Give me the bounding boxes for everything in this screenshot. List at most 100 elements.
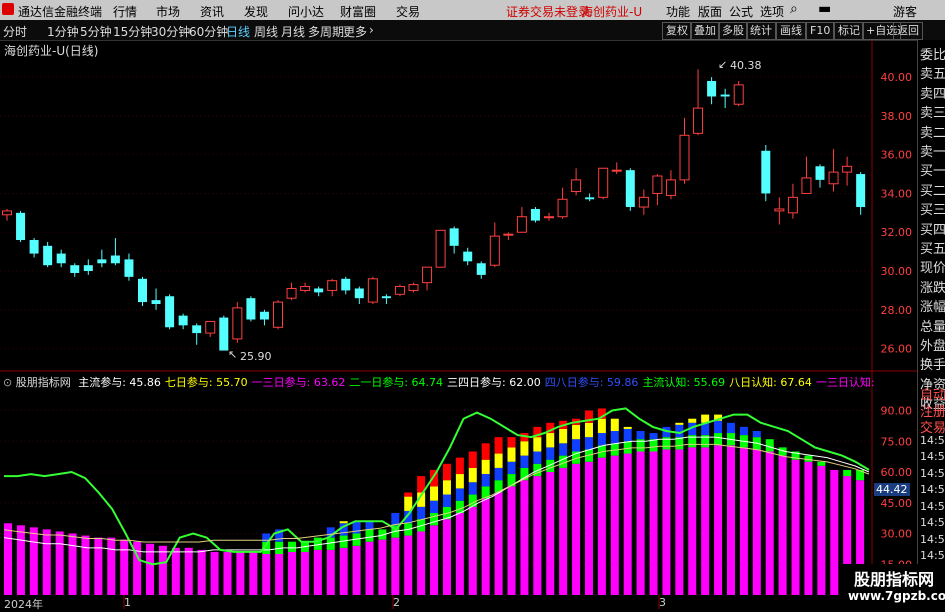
indicator-bar bbox=[572, 463, 581, 595]
indicator-stack-segment bbox=[636, 431, 645, 440]
indicator-bar bbox=[597, 457, 606, 595]
candle-body-up bbox=[652, 175, 663, 194]
overlay-button[interactable]: 叠加 bbox=[690, 22, 720, 40]
quote-field-label: 卖五 bbox=[920, 67, 945, 83]
indicator-tick-label: 45.00 bbox=[881, 497, 913, 510]
period-monthly[interactable]: 月线 bbox=[281, 23, 305, 40]
indicator-stack-segment bbox=[494, 467, 503, 481]
indicator-bar bbox=[365, 541, 374, 595]
indicator-stack-segment bbox=[649, 433, 658, 440]
indicator-bar bbox=[675, 449, 684, 595]
indicator-stack-segment bbox=[765, 439, 774, 452]
menu-quote[interactable]: 行情 bbox=[113, 3, 137, 20]
indicator-bar bbox=[830, 469, 839, 595]
menu-ask[interactable]: 问小达 bbox=[288, 3, 324, 20]
candle-body-up bbox=[300, 286, 311, 291]
indicator-bar bbox=[778, 455, 787, 595]
back-button[interactable]: 返回 bbox=[893, 22, 923, 40]
indicator-stack-segment bbox=[481, 474, 490, 487]
period-multi[interactable]: 多周期 bbox=[308, 23, 344, 40]
menu-bar: 通达信金融终端 行情 市场 资讯 发现 问小达 财富圈 交易 证券交易未登录 海… bbox=[0, 0, 945, 20]
indicator-stack-segment bbox=[468, 451, 477, 468]
menu-formula[interactable]: 公式 bbox=[729, 3, 753, 20]
f10-button[interactable]: F10 bbox=[806, 22, 835, 40]
more-chevron-icon[interactable]: › bbox=[369, 23, 374, 37]
indicator-bar bbox=[275, 554, 284, 595]
candle-body-up bbox=[394, 286, 405, 295]
candle-body-up bbox=[408, 284, 419, 291]
indicator-tick-label: 30.00 bbox=[881, 528, 913, 541]
menu-wealth[interactable]: 财富圈 bbox=[340, 3, 376, 20]
indicator-settings-icon[interactable]: ⊙ bbox=[3, 376, 12, 388]
indicator-bar bbox=[455, 513, 464, 595]
restore-rights-button[interactable]: 复权 bbox=[662, 22, 692, 40]
indicator-bar bbox=[313, 549, 322, 595]
candle-body-down bbox=[70, 265, 80, 273]
kline-chart[interactable]: 40.00 38.00 36.00 34.00 32.00 30.00 28.00 26.00… bbox=[0, 40, 917, 609]
period-30min[interactable]: 30分钟 bbox=[151, 23, 190, 40]
indicator-bar bbox=[636, 451, 645, 595]
menu-function[interactable]: 功能 bbox=[666, 3, 690, 20]
legend-item: 三四日参与: 62.00 bbox=[447, 376, 541, 388]
candle-body-up bbox=[598, 167, 609, 198]
xaxis-label-mar: 3 bbox=[659, 596, 666, 609]
indicator-bar bbox=[171, 547, 180, 595]
indicator-bar bbox=[584, 461, 593, 595]
candle-body-down bbox=[856, 174, 866, 208]
mark-button[interactable]: 标记 bbox=[834, 22, 864, 40]
candle-body-down bbox=[110, 255, 120, 264]
quote-field-label: 委比 bbox=[920, 48, 945, 63]
candle-body-up bbox=[842, 165, 853, 173]
period-60min[interactable]: 60分钟 bbox=[189, 23, 228, 40]
period-more[interactable]: 更多 bbox=[343, 23, 367, 40]
guest-label[interactable]: 游客 bbox=[893, 3, 917, 20]
stock-link[interactable]: 海创药业-U bbox=[581, 3, 642, 20]
indicator-stack-segment bbox=[752, 431, 761, 438]
candle-body-up bbox=[611, 169, 622, 172]
multi-stock-button[interactable]: 多股 bbox=[718, 22, 748, 40]
indicator-bar bbox=[210, 551, 219, 595]
high-price-label: 40.38 bbox=[730, 59, 762, 72]
period-daily[interactable]: 日线 bbox=[226, 23, 250, 40]
menu-news[interactable]: 资讯 bbox=[200, 3, 224, 20]
search-icon[interactable]: ⌕ bbox=[790, 1, 798, 17]
indicator-bar bbox=[468, 506, 477, 595]
indicator-stack-segment bbox=[739, 426, 748, 436]
menu-discover[interactable]: 发现 bbox=[244, 3, 268, 20]
menu-market[interactable]: 市场 bbox=[156, 3, 180, 20]
candle-body-down bbox=[178, 315, 188, 326]
candle-body-down bbox=[124, 259, 134, 277]
minimize-icon[interactable]: ▬ bbox=[818, 1, 831, 17]
candle-body-down bbox=[16, 212, 26, 240]
indicator-bar bbox=[81, 535, 90, 595]
period-15min[interactable]: 15分钟 bbox=[113, 23, 152, 40]
candle-body-up bbox=[557, 198, 568, 218]
candle-body-down bbox=[314, 288, 324, 293]
indicator-bar bbox=[714, 445, 723, 595]
candle-body-down bbox=[720, 94, 730, 97]
stats-button[interactable]: 统计 bbox=[746, 22, 776, 40]
period-5min[interactable]: 5分钟 bbox=[80, 23, 112, 40]
menu-options[interactable]: 选项 bbox=[760, 3, 784, 20]
login-warning[interactable]: 证券交易未登录 bbox=[506, 3, 590, 20]
candle-body-down bbox=[449, 228, 459, 246]
candle-body-up bbox=[787, 196, 798, 214]
draw-button[interactable]: 画线 bbox=[776, 22, 806, 40]
menu-layout[interactable]: 版面 bbox=[698, 3, 722, 20]
candle-body-up bbox=[801, 177, 812, 194]
candle-body-up bbox=[232, 307, 243, 340]
period-weekly[interactable]: 周线 bbox=[254, 23, 278, 40]
indicator-bar bbox=[610, 455, 619, 595]
quote-field-label: 买一 bbox=[920, 164, 945, 180]
period-1min[interactable]: 1分钟 bbox=[47, 23, 79, 40]
indicator-bar bbox=[288, 551, 297, 595]
indicator-stack-segment bbox=[442, 494, 451, 507]
menu-trade[interactable]: 交易 bbox=[396, 3, 420, 20]
indicator-stack-segment bbox=[843, 469, 852, 477]
period-toolbar: 分时 1分钟 5分钟 15分钟 30分钟 60分钟 日线 周线 月线 多周期 更… bbox=[0, 20, 945, 41]
period-intraday[interactable]: 分时 bbox=[3, 23, 27, 40]
candle-body-down bbox=[83, 265, 93, 272]
indicator-stack-segment bbox=[365, 521, 374, 530]
quote-field-label: 卖三 bbox=[920, 106, 945, 122]
indicator-name[interactable]: 股朋指标网 bbox=[16, 376, 71, 388]
